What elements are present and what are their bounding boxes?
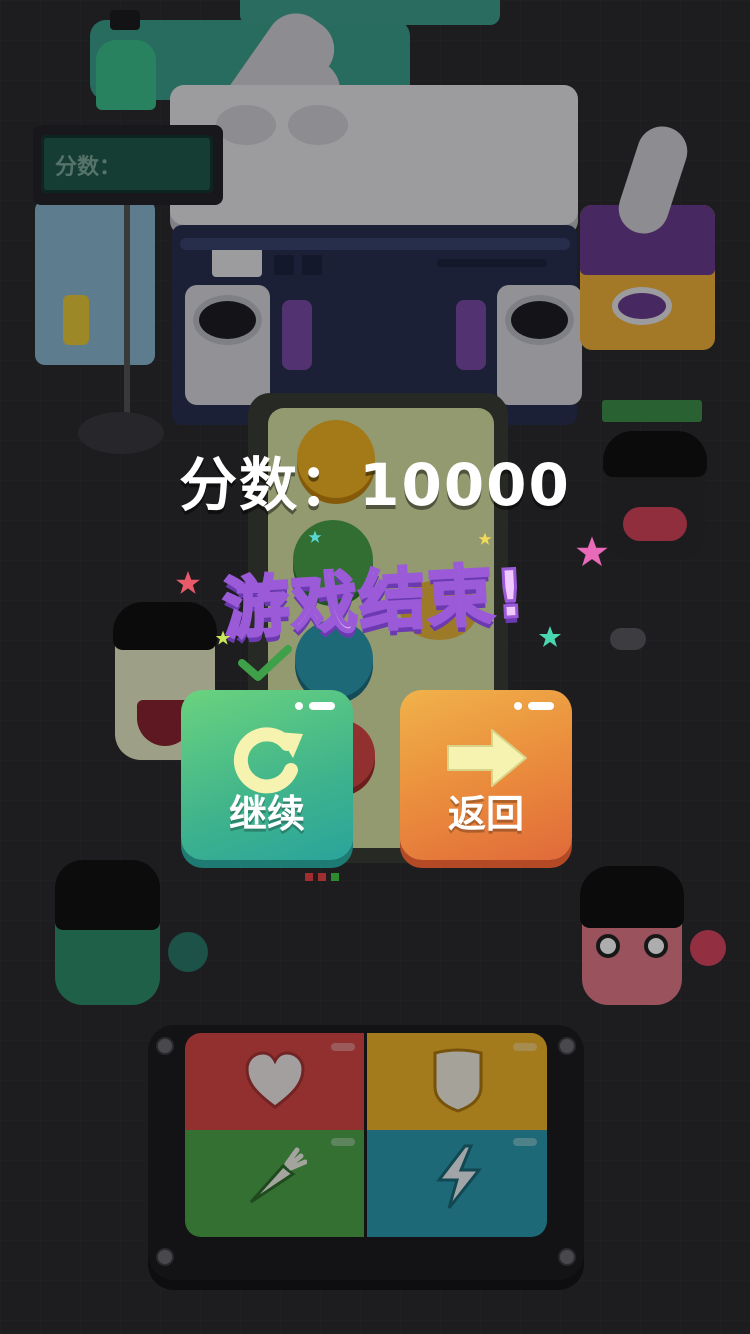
star-icon	[308, 530, 322, 543]
console-led-red-2	[318, 873, 326, 881]
pad-lightning-button[interactable]	[367, 1130, 547, 1237]
star-icon	[176, 571, 200, 594]
red-ball	[690, 930, 726, 966]
back-label: 返回	[447, 792, 524, 836]
teal-ball	[168, 932, 208, 972]
final-score-label: 分数：	[179, 451, 360, 519]
final-score: 分数：10000	[0, 438, 750, 522]
valve	[110, 10, 140, 30]
continue-label: 继续	[228, 792, 305, 836]
lab-box	[35, 200, 155, 365]
machine-top	[170, 85, 578, 225]
star-icon	[478, 532, 492, 545]
pad-heart-button[interactable]	[185, 1033, 365, 1130]
star-icon	[576, 536, 608, 567]
left-cylinder	[185, 285, 270, 405]
surprised-character	[580, 866, 684, 1005]
final-score-value: 10000	[359, 451, 571, 519]
right-nozzle	[456, 300, 486, 370]
continue-button[interactable]: 继续	[181, 690, 353, 860]
pad-shield-button[interactable]	[367, 1033, 547, 1130]
game-scene: 分数：	[0, 0, 750, 1334]
machine-stripe	[180, 238, 570, 250]
screw	[156, 1037, 174, 1055]
health-bar	[602, 400, 702, 422]
green-flask	[96, 40, 156, 110]
lightning-icon	[435, 1144, 483, 1209]
back-button[interactable]: 返回	[400, 690, 572, 860]
right-cylinder	[497, 285, 582, 405]
star-icon	[215, 630, 231, 645]
screw	[558, 1037, 576, 1055]
console-led-red	[305, 873, 313, 881]
sign-pole	[124, 205, 130, 420]
left-nozzle	[282, 300, 312, 370]
shield-icon	[433, 1048, 483, 1113]
heart-icon	[245, 1051, 305, 1109]
pad-divider	[364, 1033, 367, 1237]
console-led-green	[331, 873, 339, 881]
carrot-icon	[249, 1147, 307, 1204]
checkmark-icon	[238, 645, 292, 681]
score-sign-label: 分数：	[55, 155, 122, 180]
star-icon	[539, 626, 561, 647]
screw	[558, 1248, 576, 1266]
screw	[156, 1248, 174, 1266]
green-jar-lid	[55, 860, 160, 930]
score-sign: 分数：	[33, 125, 223, 205]
pad-carrot-button[interactable]	[185, 1130, 365, 1237]
